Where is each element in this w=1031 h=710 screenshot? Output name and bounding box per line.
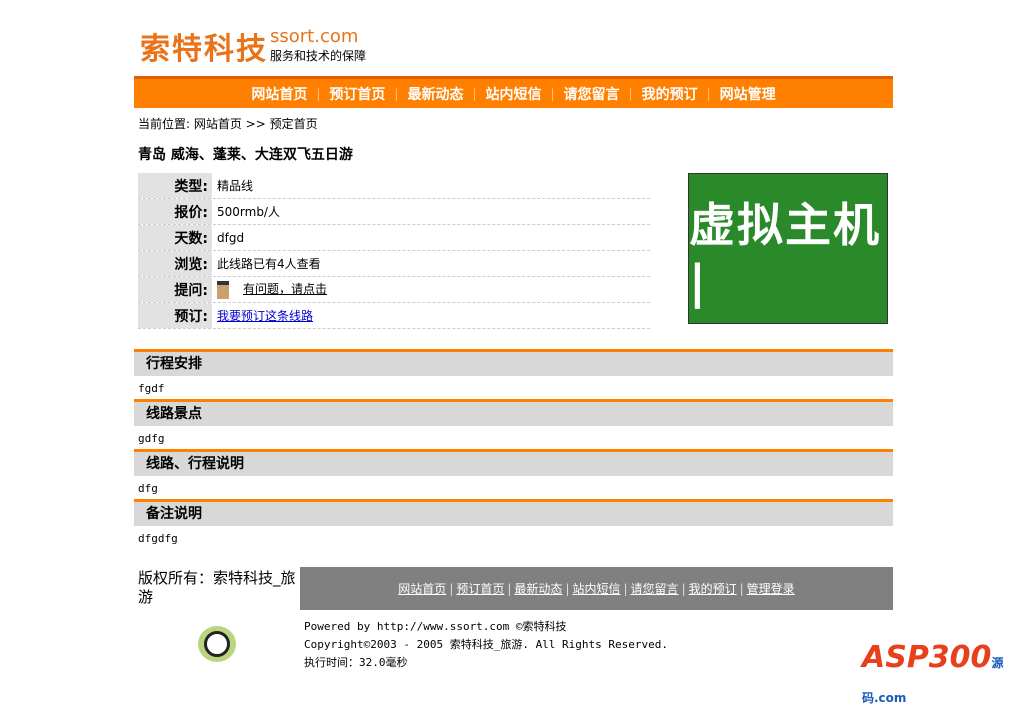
section-content: fgdf — [138, 382, 165, 395]
ad-banner[interactable]: 虚拟主机 | — [688, 173, 888, 324]
section-title: 行程安排 — [134, 349, 893, 376]
footer-link-booking[interactable]: 预订首页 — [456, 580, 504, 597]
info-label: 预订: — [138, 303, 212, 328]
section-content: gdfg — [138, 432, 165, 445]
footer-nav: 网站首页 | 预订首页 | 最新动态 | 站内短信 | 请您留言 | 我的预订 | 管理登录 — [300, 567, 893, 610]
exec-time: 执行时间：32.0毫秒 — [304, 656, 408, 669]
info-value: 500rmb/人 — [217, 205, 280, 219]
info-label: 浏览: — [138, 251, 212, 276]
main-nav: 网站首页 | 预订首页 | 最新动态 | 站内短信 | 请您留言 | 我的预订 | 网站管理 — [134, 76, 893, 108]
info-row-price: 报价: 500rmb/人 — [138, 199, 650, 225]
nav-home[interactable]: 网站首页 — [242, 84, 316, 104]
footer-link-messages[interactable]: 站内短信 — [572, 580, 620, 597]
ask-question-link[interactable]: 有问题，请点击 — [243, 282, 327, 296]
route-info-table: 类型: 精品线 报价: 500rmb/人 天数: dfgd 浏览: 此线路已有4人查看 … — [138, 173, 650, 329]
section-content: dfgdfg — [138, 532, 178, 545]
nav-admin[interactable]: 网站管理 — [711, 84, 785, 104]
nav-my-bookings[interactable]: 我的预订 — [633, 84, 707, 104]
footer-info: Powered by http://www.ssort.com ©索特科技 Co… — [304, 618, 668, 672]
section-remarks: 备注说明 dfgdfg — [134, 499, 893, 551]
section-title: 备注说明 — [134, 499, 893, 526]
footer-link-home[interactable]: 网站首页 — [398, 580, 446, 597]
nav-news[interactable]: 最新动态 — [398, 84, 472, 104]
section-route-notes: 线路、行程说明 dfg — [134, 449, 893, 501]
copyright-line: Copyright©2003 - 2005 索特科技_旅游. All Right… — [304, 638, 669, 651]
copyright-owner: 版权所有：索特科技_旅游 — [138, 569, 296, 606]
asp300-watermark-logo: ASP300源码.com — [862, 640, 1004, 705]
info-value: 此线路已有4人查看 — [217, 257, 321, 271]
info-value: dfgd — [217, 230, 245, 245]
nav-messages[interactable]: 站内短信 — [477, 84, 551, 104]
page-title: 青岛 威海、蓬莱、大连双飞五日游 — [138, 147, 353, 163]
info-row-days: 天数: dfgd — [138, 225, 650, 251]
panda-badge-icon — [198, 626, 236, 662]
info-value: 精品线 — [217, 179, 254, 193]
info-row-question: 提问: 有问题，请点击 — [138, 277, 650, 303]
info-row-book: 预订: 我要预订这条线路 — [138, 303, 650, 329]
logo-slogan: 服务和技术的保障 — [270, 49, 367, 63]
footer-link-admin-login[interactable]: 管理登录 — [747, 580, 795, 597]
info-row-views: 浏览: 此线路已有4人查看 — [138, 251, 650, 277]
info-label: 天数: — [138, 225, 212, 250]
section-title: 线路、行程说明 — [134, 449, 893, 476]
breadcrumb: 当前位置: 网站首页 >> 预定首页 — [138, 117, 318, 131]
logo-text: 索特科技 — [140, 32, 268, 67]
info-label: 类型: — [138, 173, 212, 198]
info-label: 提问: — [138, 277, 212, 302]
section-content: dfg — [138, 482, 158, 495]
logo-domain: ssort.com — [270, 26, 359, 47]
section-itinerary: 行程安排 fgdf — [134, 349, 893, 401]
footer-link-my-bookings[interactable]: 我的预订 — [689, 580, 737, 597]
nav-guestbook[interactable]: 请您留言 — [555, 84, 629, 104]
powered-by: Powered by http://www.ssort.com ©索特科技 — [304, 620, 567, 633]
book-route-link[interactable]: 我要预订这条线路 — [217, 309, 313, 323]
doctor-avatar-icon — [217, 280, 229, 299]
info-row-type: 类型: 精品线 — [138, 173, 650, 199]
footer-link-guestbook[interactable]: 请您留言 — [631, 580, 679, 597]
section-title: 线路景点 — [134, 399, 893, 426]
nav-booking-home[interactable]: 预订首页 — [320, 84, 394, 104]
info-label: 报价: — [138, 199, 212, 224]
section-attractions: 线路景点 gdfg — [134, 399, 893, 451]
footer-link-news[interactable]: 最新动态 — [514, 580, 562, 597]
